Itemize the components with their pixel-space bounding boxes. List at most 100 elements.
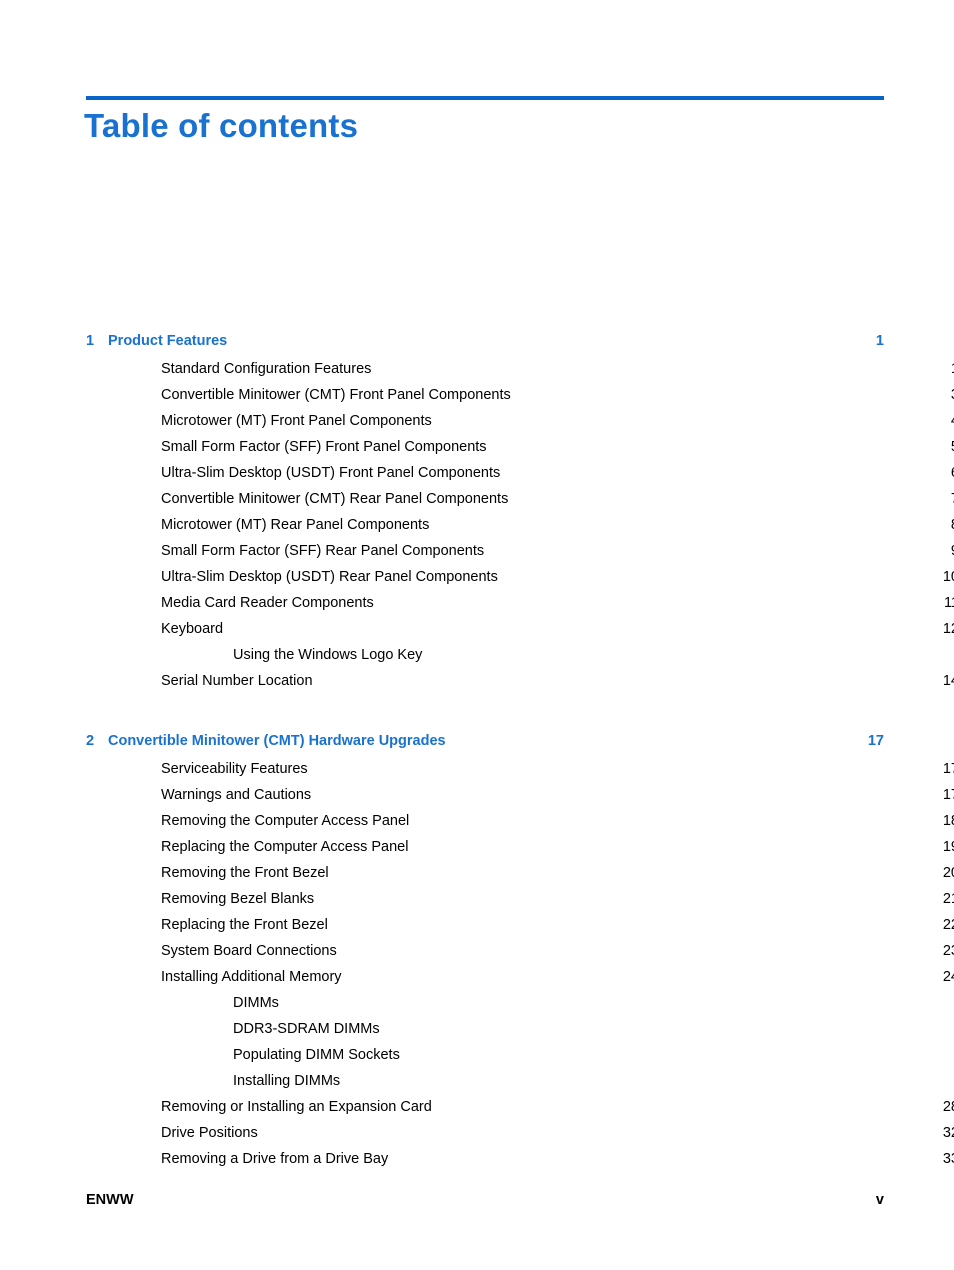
toc-entry[interactable]: Ultra-Slim Desktop (USDT) Rear Panel Com… (86, 564, 954, 590)
toc-entry-page: 8 (933, 512, 954, 538)
toc-entry[interactable]: Using the Windows Logo Key13 (86, 642, 954, 668)
toc-entry-page: 22 (942, 917, 954, 933)
page-title: Table of contents (84, 107, 359, 144)
toc-leader-dots (414, 837, 931, 852)
toc-entry[interactable]: Keyboard 12 (86, 616, 954, 642)
toc-entry-page: 5 (933, 434, 954, 460)
toc-entry-page: 18 (942, 813, 954, 829)
toc-entry[interactable]: Drive Positions 32 (86, 1120, 954, 1146)
toc-entry[interactable]: Convertible Minitower (CMT) Rear Panel C… (86, 486, 954, 512)
toc-leader-dots (415, 811, 931, 826)
toc-leader-dots (504, 567, 931, 582)
toc-leader-dots (435, 515, 931, 530)
toc-entry-label: System Board Connections (161, 943, 337, 959)
toc-entry[interactable]: Removing or Installing an Expansion Card… (86, 1094, 954, 1120)
toc-entry[interactable]: Small Form Factor (SFF) Front Panel Comp… (86, 434, 954, 460)
toc-entry-label: Small Form Factor (SFF) Rear Panel Compo… (161, 543, 485, 559)
toc-leader-dots (377, 359, 931, 374)
toc-entry-label: Small Form Factor (SFF) Front Panel Comp… (161, 439, 487, 455)
toc-entry-page: 33 (942, 1151, 954, 1167)
toc-leader-dots (348, 967, 931, 982)
toc-entry[interactable]: DDR3-SDRAM DIMMs24 (86, 1016, 954, 1042)
toc-entry[interactable]: Ultra-Slim Desktop (USDT) Front Panel Co… (86, 460, 954, 486)
toc-leader-dots (438, 1097, 931, 1112)
table-of-contents: 1Product Features1Standard Configuration… (86, 326, 954, 1172)
toc-entry-label: Serial Number Location (161, 673, 313, 689)
toc-entry-page: 23 (942, 943, 954, 959)
toc-entry[interactable]: Populating DIMM Sockets25 (86, 1042, 954, 1068)
toc-entry-page: 3 (933, 382, 954, 408)
toc-entry[interactable]: Small Form Factor (SFF) Rear Panel Compo… (86, 538, 954, 564)
toc-entry[interactable]: Warnings and Cautions 17 (86, 782, 954, 808)
toc-entry[interactable]: Removing the Computer Access Panel 18 (86, 808, 954, 834)
toc-entry[interactable]: Serviceability Features 17 (86, 756, 954, 782)
toc-entry[interactable]: Standard Configuration Features 1 (86, 356, 954, 382)
toc-entry-label: Installing Additional Memory (161, 969, 342, 985)
toc-chapter: 2 Convertible Minitower (CMT) Hardware Up… (86, 726, 954, 1172)
toc-leader-dots (380, 593, 931, 608)
toc-leader-dots (386, 1019, 954, 1034)
toc-chapter-number: 1 (86, 333, 95, 349)
toc-entry-label: Replacing the Front Bezel (161, 917, 328, 933)
toc-entry-label: Removing the Front Bezel (161, 865, 329, 881)
toc-entry-page: 1 (933, 356, 954, 382)
toc-entry-label: Convertible Minitower (CMT) Rear Panel C… (161, 491, 509, 507)
toc-entry[interactable]: Replacing the Computer Access Panel 19 (86, 834, 954, 860)
toc-entry-label: Media Card Reader Components (161, 595, 374, 611)
toc-entry[interactable]: Microtower (MT) Rear Panel Components 8 (86, 512, 954, 538)
toc-entry[interactable]: Removing a Drive from a Drive Bay 33 (86, 1146, 954, 1172)
toc-entry-page: 11 (943, 595, 954, 611)
toc-chapter-heading[interactable]: 1Product Features1 (86, 326, 884, 356)
toc-chapter-heading[interactable]: 2 Convertible Minitower (CMT) Hardware Up… (86, 726, 884, 756)
toc-leader-dots (317, 785, 931, 800)
toc-leader-dots (334, 915, 931, 930)
toc-entry-label: Convertible Minitower (CMT) Front Panel … (161, 387, 511, 403)
toc-entry-page: 19 (942, 839, 954, 855)
toc-entry-page: 6 (933, 460, 954, 486)
toc-entry-page: 10 (942, 569, 954, 585)
toc-entry[interactable]: System Board Connections 23 (86, 938, 954, 964)
toc-leader-dots (314, 759, 931, 774)
toc-leader-dots (517, 385, 931, 400)
toc-leader-dots (490, 541, 931, 556)
toc-entry-label: Microtower (MT) Front Panel Components (161, 413, 432, 429)
toc-entry-label: Removing the Computer Access Panel (161, 813, 410, 829)
toc-entry-page: 14 (942, 673, 954, 689)
toc-entry-label: Standard Configuration Features (161, 361, 372, 377)
toc-entry-page: 9 (933, 538, 954, 564)
toc-entry[interactable]: DIMMs24 (86, 990, 954, 1016)
toc-entry-page: 21 (942, 891, 954, 907)
toc-chapter-label: 1 Product Features (86, 326, 231, 356)
toc-entry-label: Keyboard (161, 621, 224, 637)
toc-chapter-page: 17 (867, 733, 884, 749)
toc-entry-label: DIMMs (233, 995, 279, 1011)
document-page: Table of contents 1Product Features1Stan… (0, 0, 954, 1270)
toc-leader-dots (493, 437, 931, 452)
toc-entry-page: 17 (942, 787, 954, 803)
toc-entry[interactable]: Serial Number Location 14 (86, 668, 954, 694)
toc-entry-page: 32 (942, 1125, 954, 1141)
toc-entry[interactable]: Media Card Reader Components 11 (86, 590, 954, 616)
toc-entry[interactable]: Removing Bezel Blanks 21 (86, 886, 954, 912)
title-rule (86, 96, 884, 100)
toc-entry[interactable]: Removing the Front Bezel 20 (86, 860, 954, 886)
toc-entry[interactable]: Convertible Minitower (CMT) Front Panel … (86, 382, 954, 408)
toc-entry-label: Drive Positions (161, 1125, 258, 1141)
toc-entry-label: Removing a Drive from a Drive Bay (161, 1151, 389, 1167)
toc-entry[interactable]: Installing Additional Memory 24 (86, 964, 954, 990)
toc-entry-label: Warnings and Cautions (161, 787, 312, 803)
toc-entry-label: DDR3-SDRAM DIMMs (233, 1021, 380, 1037)
toc-entry[interactable]: Installing DIMMs26 (86, 1068, 954, 1094)
toc-entry[interactable]: Replacing the Front Bezel 22 (86, 912, 954, 938)
toc-leader-dots (264, 1123, 931, 1138)
toc-leader-dots (335, 863, 931, 878)
toc-chapter-number: 2 (86, 733, 95, 749)
toc-entry-label: Microtower (MT) Rear Panel Components (161, 517, 430, 533)
toc-entry-label: Replacing the Computer Access Panel (161, 839, 409, 855)
toc-entry[interactable]: Microtower (MT) Front Panel Components 4 (86, 408, 954, 434)
toc-leader-dots (319, 671, 931, 686)
toc-entry-label: Ultra-Slim Desktop (USDT) Rear Panel Com… (161, 569, 498, 585)
toc-leader-dots (343, 941, 931, 956)
toc-entry-label: Serviceability Features (161, 761, 308, 777)
toc-leader-dots (514, 489, 931, 504)
